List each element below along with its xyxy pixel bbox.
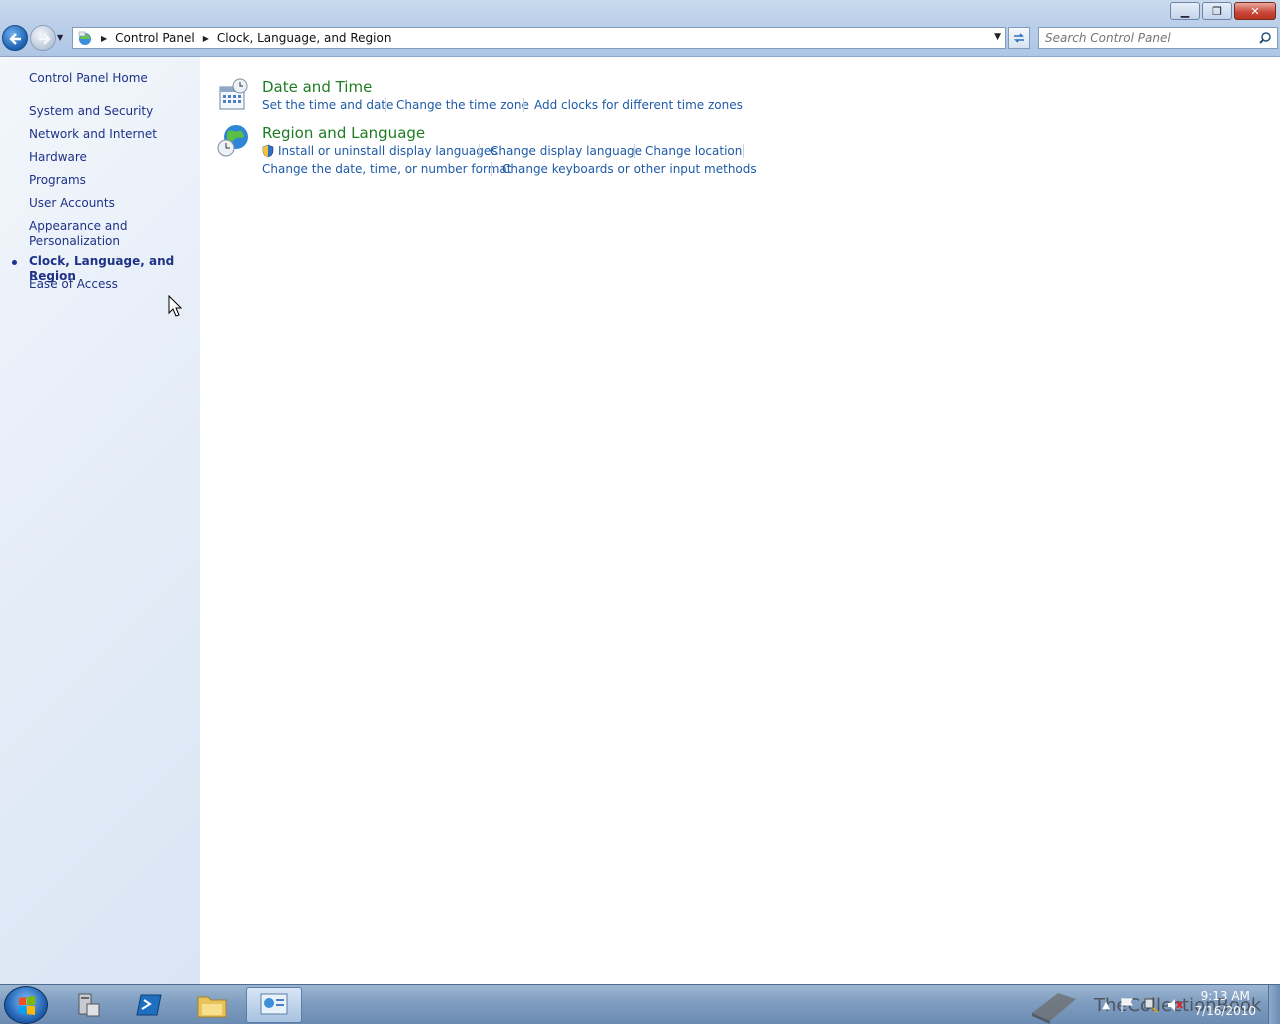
clock-date: 7/16/2010 [1194,1004,1256,1018]
recent-pages-dropdown[interactable]: ▼ [57,33,67,43]
refresh-button[interactable] [1008,27,1030,49]
mouse-cursor-icon [168,295,182,317]
powershell-icon [136,994,162,1016]
taskbar-control-panel[interactable] [246,987,302,1023]
change-location-link[interactable]: Change location [645,144,742,158]
sidebar-item-appearance-personalization[interactable]: Appearance and Personalization [29,219,139,249]
control-panel-icon [78,31,91,45]
clock[interactable]: 9:13 AM 7/16/2010 [1194,989,1256,1019]
breadcrumb-arrow-icon[interactable]: ▶ [203,34,209,43]
clock-time: 9:13 AM [1200,989,1250,1003]
link-separator [743,144,744,158]
sidebar-item-ease-of-access[interactable]: Ease of Access [29,277,194,292]
uac-shield-icon [262,144,274,158]
sidebar: Control Panel Home System and Security N… [0,57,200,984]
arrow-right-icon [39,33,51,45]
taskbar-server-manager[interactable] [60,987,116,1023]
breadcrumb-control-panel[interactable]: Control Panel [115,31,195,45]
change-display-language-link[interactable]: Change display language [490,144,642,158]
add-clocks-link[interactable]: Add clocks for different time zones [534,98,743,112]
sidebar-control-panel-home[interactable]: Control Panel Home [29,71,194,86]
set-time-date-link[interactable]: Set the time and date [262,98,393,112]
window-controls: ▁ ❐ ✕ [1168,2,1276,20]
arrow-left-icon [9,33,21,45]
folder-icon [197,996,227,1018]
change-date-time-format-link[interactable]: Change the date, time, or number format [262,162,511,176]
windows-logo-icon [19,996,35,1015]
sidebar-item-user-accounts[interactable]: User Accounts [29,196,194,211]
change-time-zone-link[interactable]: Change the time zone [396,98,529,112]
network-icon[interactable] [1142,996,1160,1014]
sidebar-item-network-internet[interactable]: Network and Internet [29,127,194,142]
action-center-flag-icon[interactable] [1118,996,1136,1014]
link-separator [385,98,386,112]
breadcrumb-clock-language-region[interactable]: Clock, Language, and Region [217,31,392,45]
maximize-button[interactable]: ❐ [1202,2,1232,20]
search-input[interactable] [1039,28,1249,48]
show-desktop-button[interactable] [1268,985,1280,1024]
link-separator [523,98,524,112]
breadcrumb-arrow-icon[interactable]: ▶ [101,34,107,43]
show-hidden-icons[interactable]: ▲ [1102,1000,1110,1011]
link-separator [479,144,480,158]
taskbar-powershell[interactable] [122,987,178,1023]
back-button[interactable] [2,25,28,51]
sidebar-item-programs[interactable]: Programs [29,173,194,188]
active-bullet-icon [12,260,17,265]
change-keyboards-link[interactable]: Change keyboards or other input methods [502,162,757,176]
address-dropdown-icon[interactable]: ▼ [994,32,1001,42]
system-tray: ▲ [1102,985,1190,1024]
search-icon[interactable] [1258,31,1272,45]
install-uninstall-languages-link[interactable]: Install or uninstall display languages [278,144,498,158]
search-box[interactable] [1038,27,1278,49]
region-and-language-title[interactable]: Region and Language [262,124,425,142]
taskbar-explorer[interactable] [184,987,240,1023]
address-bar[interactable]: ▶ Control Panel ▶ Clock, Language, and R… [72,27,1006,49]
refresh-icon [1014,33,1024,43]
window-chrome: ▁ ❐ ✕ ▼ ▶ Control Panel ▶ Clock, Languag… [0,0,1280,57]
globe-clock-icon [217,125,248,157]
forward-button[interactable] [30,25,56,51]
date-and-time-title[interactable]: Date and Time [262,78,372,96]
server-manager-icon [78,993,100,1017]
sidebar-item-system-security[interactable]: System and Security [29,104,194,119]
link-separator [491,162,492,176]
start-button[interactable] [4,986,48,1024]
navigation-row: ▼ ▶ Control Panel ▶ Clock, Language, and… [0,25,1280,51]
control-panel-taskbar-icon [260,993,288,1015]
close-button[interactable]: ✕ [1234,2,1276,20]
calendar-clock-icon [219,78,248,110]
link-separator [634,144,635,158]
taskbar: TheCollectionBook ▲ 9:13 AM 7/16/2010 [0,984,1280,1024]
main-content: Date and Time Set the time and date Chan… [200,57,1280,984]
volume-muted-icon[interactable] [1166,996,1184,1014]
sidebar-item-hardware[interactable]: Hardware [29,150,194,165]
minimize-button[interactable]: ▁ [1170,2,1200,20]
book-icon [1032,993,1076,1024]
